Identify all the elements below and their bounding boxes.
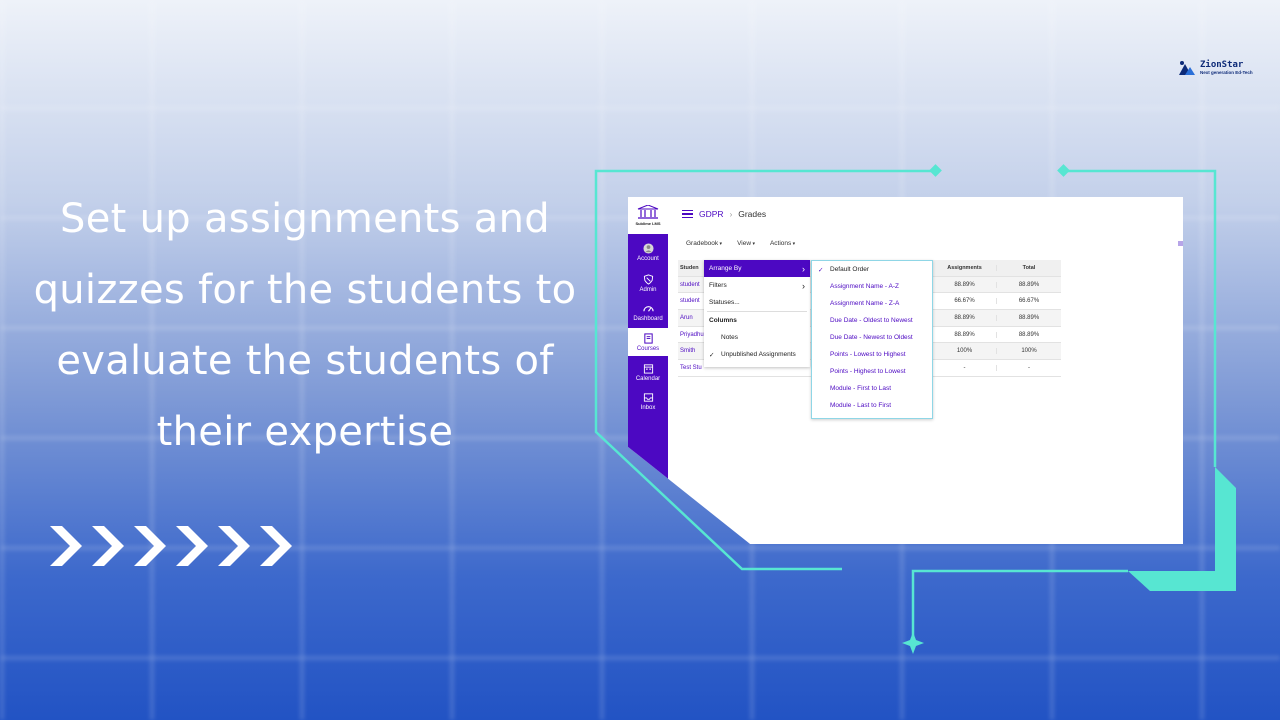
brand-name: ZionStar (1200, 60, 1244, 70)
column-header-total[interactable]: Total (997, 265, 1061, 271)
arrange-option[interactable]: Assignment Name - Z-A (812, 295, 932, 312)
lms-screenshot: Sublime LMS Account Admin Dashboard Cour… (628, 197, 1183, 544)
arrange-option-label: Module - Last to First (830, 402, 892, 409)
gradebook-menubar: Gradebook View Actions (686, 240, 795, 247)
arrange-option-label: Module - First to Last (830, 385, 892, 392)
assignments-cell: 88.89% (933, 281, 997, 288)
sidebar-item-calendar[interactable]: Calendar (628, 358, 668, 386)
brand-logo: ZionStar Next generation Ed-Tech (1178, 58, 1258, 78)
brand-mountain-icon (1179, 61, 1195, 75)
total-cell: - (1028, 364, 1030, 371)
arrange-option[interactable]: Module - Last to First (812, 397, 932, 414)
arrange-option-label: Assignment Name - A-Z (830, 283, 899, 290)
assignments-cell: - (933, 364, 997, 371)
account-icon (642, 242, 654, 254)
arrange-by-submenu: ✓ Default Order Assignment Name - A-Z Ass… (811, 260, 933, 419)
book-icon (643, 332, 653, 344)
arrange-option[interactable]: Points - Highest to Lowest (812, 363, 932, 380)
menu-item-label: Notes (721, 334, 738, 341)
total-cell: 88.89% (1018, 281, 1040, 288)
sidebar-item-account[interactable]: Account (628, 238, 668, 266)
shield-icon (643, 273, 653, 285)
headline: Set up assignments and quizzes for the s… (30, 184, 580, 468)
sidebar-item-label: Calendar (635, 375, 661, 382)
breadcrumb-current-page: Grades (738, 209, 767, 219)
arrange-option[interactable]: Due Date - Newest to Oldest (812, 329, 932, 346)
sidebar-item-dashboard[interactable]: Dashboard (628, 298, 668, 326)
menu-item-filters[interactable]: Filters › (704, 277, 810, 294)
sidebar-item-label: Account (637, 255, 659, 262)
arrange-option-label: Due Date - Newest to Oldest (830, 334, 913, 341)
arrange-option-label: Assignment Name - Z-A (830, 300, 900, 307)
inbox-icon (643, 392, 653, 402)
arrange-option[interactable]: Due Date - Oldest to Newest (812, 312, 932, 329)
menu-item-notes[interactable]: Notes (704, 329, 810, 346)
arrange-option[interactable]: Points - Lowest to Highest (812, 346, 932, 363)
gradebook-menu-button[interactable]: Gradebook (686, 240, 722, 247)
menu-group-columns: Columns (704, 312, 810, 329)
checkmark-icon: ✓ (709, 351, 715, 359)
dashboard-icon (642, 305, 654, 312)
sidebar-item-label: Inbox (640, 404, 656, 411)
brand-tagline: Next generation Ed-Tech (1200, 70, 1253, 75)
chevron-arrows-icon (50, 526, 292, 566)
view-dropdown-menu: Arrange By › Filters › Statuses... Colum… (704, 260, 810, 367)
sidebar-item-label: Courses (636, 345, 660, 352)
arrange-option[interactable]: Module - First to Last (812, 380, 932, 397)
sidebar-item-courses[interactable]: Courses (628, 328, 668, 356)
hamburger-menu-icon[interactable] (682, 210, 693, 218)
arrange-option-label: Default Order (830, 266, 870, 273)
total-cell: 66.67% (1018, 298, 1040, 305)
total-cell: 88.89% (1018, 331, 1040, 338)
assignments-cell: 100% (933, 348, 997, 355)
institution-icon (637, 205, 659, 219)
arrange-option-label: Points - Highest to Lowest (830, 368, 906, 375)
lms-logo-text: Sublime LMS (635, 221, 661, 226)
menu-item-label: Filters (709, 282, 727, 289)
menu-item-label: Statuses... (709, 299, 740, 306)
arrange-option-label: Due Date - Oldest to Newest (830, 317, 913, 324)
menu-item-arrange-by[interactable]: Arrange By › (704, 260, 810, 277)
menu-item-statuses[interactable]: Statuses... (704, 294, 810, 311)
menu-item-label: Unpublished Assignments (721, 351, 796, 358)
arrange-option[interactable]: ✓ Default Order (812, 261, 932, 278)
assignments-cell: 66.67% (933, 298, 997, 305)
arrange-option-label: Points - Lowest to Highest (830, 351, 906, 358)
menu-group-label: Columns (709, 317, 737, 324)
breadcrumb-separator: › (729, 209, 733, 219)
breadcrumb: GDPR › Grades (682, 207, 766, 221)
headline-line: Set up assignments and (60, 196, 550, 242)
view-menu-button[interactable]: View (737, 240, 755, 247)
breadcrumb-course-link[interactable]: GDPR (699, 209, 724, 219)
sidebar-item-label: Dashboard (633, 315, 663, 322)
chevron-right-icon: › (802, 280, 805, 291)
headline-line: their expertise (156, 409, 454, 455)
arrange-option[interactable]: Assignment Name - A-Z (812, 278, 932, 295)
column-header-assignments[interactable]: Assignments (933, 264, 997, 271)
sidebar-item-admin[interactable]: Admin (628, 269, 668, 297)
assignments-cell: 88.89% (933, 331, 997, 338)
sidebar-item-inbox[interactable]: Inbox (628, 387, 668, 415)
headline-line: quizzes for the students to (33, 267, 577, 313)
chevron-right-icon: › (802, 263, 805, 274)
total-cell: 100% (1021, 348, 1037, 355)
settings-icon[interactable] (1178, 241, 1183, 246)
total-cell: 88.89% (1018, 314, 1040, 321)
headline-line: evaluate the students of (56, 338, 554, 384)
checkmark-icon: ✓ (818, 266, 824, 274)
menu-item-unpublished-assignments[interactable]: ✓ Unpublished Assignments (704, 346, 810, 363)
menu-item-label: Arrange By (709, 265, 742, 272)
calendar-icon (643, 363, 653, 374)
assignments-cell: 88.89% (933, 314, 997, 321)
lms-logo[interactable]: Sublime LMS (628, 197, 668, 234)
actions-menu-button[interactable]: Actions (770, 240, 795, 247)
sidebar-item-label: Admin (639, 286, 657, 293)
